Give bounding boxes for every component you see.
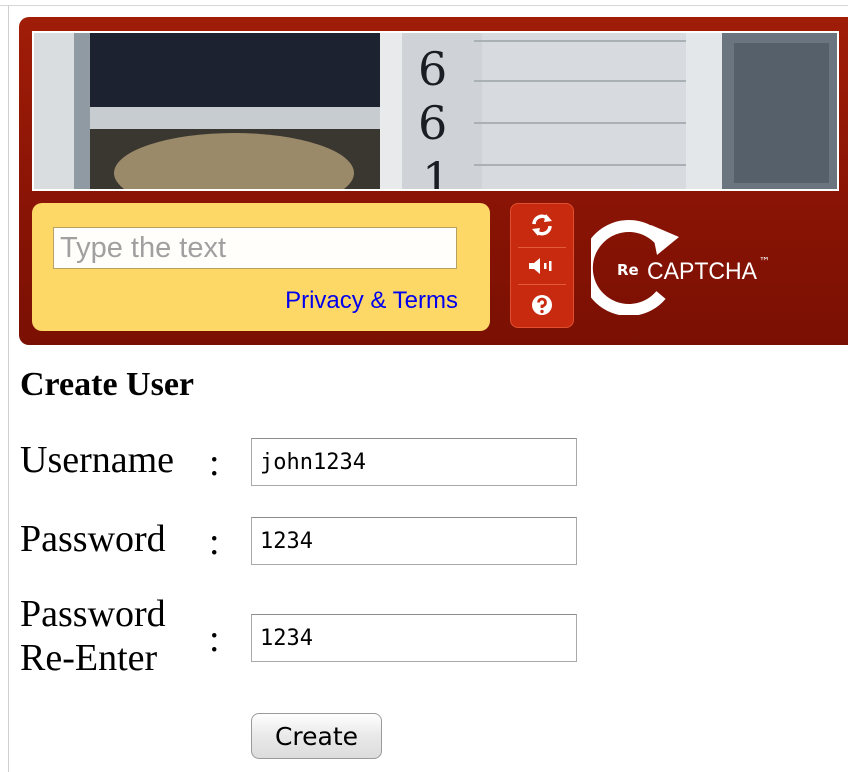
logo-prefix: Re [617,261,639,279]
password-reenter-field[interactable] [251,614,577,662]
page-title: Create User [20,366,195,403]
page-border-left [8,5,9,772]
reload-button[interactable] [518,208,566,242]
password-reenter-label: Password Re-Enter [20,592,166,680]
password-colon: : [209,521,220,563]
create-button[interactable]: Create [251,713,382,759]
house-number-digit: 6 [418,42,447,96]
captcha-image: 6 6 1 [32,31,839,191]
refresh-icon [532,214,552,236]
recaptcha-logo: Re CAPTCHA ™ [580,215,811,316]
help-icon [532,295,552,315]
logo-text: CAPTCHA [647,258,757,285]
captcha-answer-input[interactable] [53,227,457,269]
password-reenter-label-line1: Password [20,593,166,635]
password-field[interactable] [251,517,577,565]
password-reenter-colon: : [209,618,220,660]
captcha-controls [510,203,574,328]
logo-tm: ™ [759,255,770,268]
privacy-terms-link[interactable]: Privacy & Terms [285,287,458,315]
captcha-answer-panel: Privacy & Terms [32,203,490,331]
house-number-digit: 6 [418,96,447,150]
speaker-icon [529,258,552,274]
recaptcha-widget: 6 6 1 Privacy & Terms [19,17,848,345]
audio-challenge-button[interactable] [518,247,566,285]
help-button[interactable] [518,288,566,322]
house-number-digit: 1 [422,152,451,189]
password-label: Password [20,518,166,560]
password-reenter-label-line2: Re-Enter [20,637,158,679]
page-border-top [0,5,848,6]
username-field[interactable] [251,438,577,486]
username-label: Username [20,439,175,481]
username-colon: : [209,442,220,484]
